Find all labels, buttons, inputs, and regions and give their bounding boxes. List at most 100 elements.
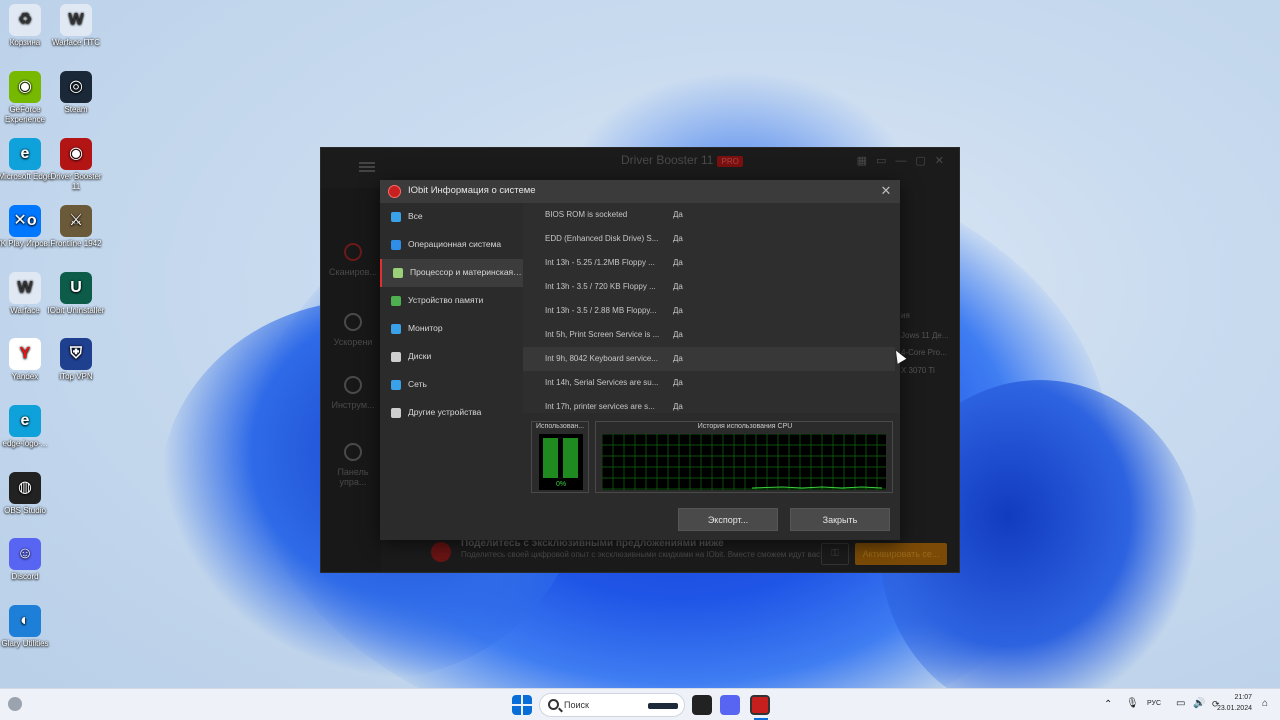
window-controls[interactable]: ▦▭—▢✕: [857, 154, 953, 167]
sidebar-item[interactable]: Другие устройства: [380, 399, 523, 427]
property-name: Int 13h - 3.5 / 720 KB Floppy ...: [545, 282, 656, 291]
dialog-footer: Экспорт... Закрыть: [380, 500, 900, 540]
cpu-history-label: История использования CPU: [697, 423, 793, 430]
cpu-icon: [393, 268, 403, 278]
sidebar-item[interactable]: Все: [380, 203, 523, 231]
menu-icon[interactable]: [359, 162, 375, 172]
layers-icon: [391, 212, 401, 222]
properties-list: Int 17h, printer services are s... Да Int …: [523, 203, 900, 413]
desktop-icon-label: Glary Utilities: [1, 639, 49, 648]
promo-text: Поделитесь с эксклюзивными предложениями…: [461, 538, 823, 559]
sidebar-item-label: Все: [408, 211, 423, 221]
desktop-icon[interactable]: e edge-logo-...: [0, 405, 55, 449]
chevron-up-icon[interactable]: ⌃: [1104, 699, 1112, 710]
desktop-icon[interactable]: W Warface ПТС: [46, 4, 106, 48]
app-icon: e: [9, 138, 41, 170]
language-indicator[interactable]: РУС: [1147, 700, 1161, 707]
list-item[interactable]: EDD (Enhanced Disk Drive) S... Да: [523, 227, 895, 251]
cpu-history-box: История использования CPU: [595, 421, 893, 493]
clock-date[interactable]: 23.01.2024: [1212, 705, 1252, 712]
notification-icon[interactable]: ⌂: [1262, 698, 1268, 709]
sidebar-item[interactable]: Диски: [380, 343, 523, 371]
sidebar-item-label: Сеть: [408, 379, 427, 389]
taskbar: Поиск ⌃ 🎙 РУС ▭ 🔊 ⟳ 21:07 23.01.2024 ⌂: [0, 688, 1280, 720]
memory-icon: [391, 296, 401, 306]
list-item[interactable]: Int 9h, 8042 Keyboard service... Да: [523, 347, 895, 371]
usage-bar: [543, 438, 558, 478]
desktop-icon-label: OBS Studio: [4, 506, 46, 515]
monitor-icon: [391, 324, 401, 334]
desktop-icon[interactable]: ◉ Driver Booster 11: [46, 138, 106, 192]
sidebar-item[interactable]: Устройство памяти: [380, 287, 523, 315]
sidebar-item-label: Операционная система: [408, 239, 502, 249]
desktop-icon[interactable]: ◐ Glary Utilities: [0, 605, 55, 649]
desktop-icon[interactable]: ◍ OBS Studio: [0, 472, 55, 516]
network-icon[interactable]: ▭: [1176, 698, 1185, 709]
list-item[interactable]: Int 14h, Serial Services are su... Да: [523, 371, 895, 395]
property-value: Да: [673, 378, 683, 387]
usage-bar: [563, 438, 578, 478]
search-box[interactable]: Поиск: [539, 693, 685, 717]
property-name: BIOS ROM is socketed: [545, 210, 628, 219]
desktop-icon[interactable]: ⚔ Frontline 1942: [46, 205, 106, 249]
chat-icon[interactable]: [720, 695, 740, 715]
app-icon: U: [60, 272, 92, 304]
start-icon[interactable]: [512, 695, 532, 715]
desktop-icon[interactable]: ☺ Discord: [0, 538, 55, 582]
list-item[interactable]: Int 13h - 3.5 / 720 KB Floppy ... Да: [523, 275, 895, 299]
property-name: Int 17h, printer services are s...: [545, 402, 655, 411]
driver-booster-taskbar-icon[interactable]: [750, 695, 770, 715]
sidebar-item[interactable]: Монитор: [380, 315, 523, 343]
property-name: Int 13h - 5.25 /1.2MB Floppy ...: [545, 258, 655, 267]
desktop-icon[interactable]: ⛨ iTop VPN: [46, 338, 106, 382]
app-icon: W: [9, 272, 41, 304]
cpu-history-chart: [601, 433, 886, 490]
info-text: X 3070 Ti: [901, 366, 935, 375]
task-view-icon[interactable]: [692, 695, 712, 715]
property-value: Да: [673, 210, 683, 219]
app-icon: ◉: [60, 138, 92, 170]
property-name: EDD (Enhanced Disk Drive) S...: [545, 234, 659, 243]
list-item[interactable]: Int 13h - 5.25 /1.2MB Floppy ... Да: [523, 251, 895, 275]
desktop-icon[interactable]: U IObit Uninstaller: [46, 272, 106, 316]
sidebar-item[interactable]: Операционная система: [380, 231, 523, 259]
sidebar-item-label: Процессор и материнская ...: [410, 267, 522, 277]
driver-booster-sidebar: Сканиров... Ускорени Инструм... Панель у…: [321, 188, 381, 572]
activate-button[interactable]: Активировать се...: [855, 543, 947, 565]
app-icon: e: [9, 405, 41, 437]
close-icon[interactable]: ✕: [878, 183, 894, 199]
dialog-titlebar[interactable]: IObit Информация о системе ✕: [380, 180, 900, 203]
nav-scan[interactable]: Сканиров...: [325, 243, 381, 277]
app-icon: ◐: [9, 605, 41, 637]
scrollbar[interactable]: [895, 203, 900, 413]
nav-boost[interactable]: Ускорени: [325, 313, 381, 347]
list-item[interactable]: Int 17h, printer services are s... Да: [523, 395, 895, 413]
list-item[interactable]: Int 5h, Print Screen Service is ... Да: [523, 323, 895, 347]
property-name: Int 5h, Print Screen Service is ...: [545, 330, 660, 339]
desktop-icon-label: Steam: [64, 105, 88, 114]
app-icon: ☺: [9, 538, 41, 570]
search-placeholder: Поиск: [564, 700, 589, 710]
list-item[interactable]: Int 13h - 3.5 / 2.88 MB Floppy... Да: [523, 299, 895, 323]
desktop-icon[interactable]: ◎ Steam: [46, 71, 106, 115]
close-button[interactable]: Закрыть: [790, 508, 890, 531]
list-item[interactable]: BIOS ROM is socketed Да: [523, 203, 895, 227]
sidebar-item[interactable]: Процессор и материнская ...: [380, 259, 523, 287]
sidebar-item-label: Монитор: [408, 323, 443, 333]
export-button[interactable]: Экспорт...: [678, 508, 778, 531]
clock-time[interactable]: 21:07: [1232, 694, 1252, 701]
system-info-dialog: IObit Информация о системе ✕ Все Операцио…: [380, 180, 900, 540]
microphone-icon[interactable]: 🎙: [1126, 698, 1139, 709]
desktop-icon-label: iTop VPN: [59, 372, 93, 381]
volume-icon[interactable]: 🔊: [1193, 698, 1205, 709]
key-icon[interactable]: ⚿: [821, 543, 849, 565]
property-name: Int 13h - 3.5 / 2.88 MB Floppy...: [545, 306, 657, 315]
nav-tools[interactable]: Инструм...: [325, 376, 381, 410]
dialog-title: IObit Информация о системе: [408, 185, 536, 196]
widgets-icon[interactable]: [8, 697, 22, 711]
nav-control-panel[interactable]: Панель упра...: [325, 443, 381, 487]
sidebar-item[interactable]: Сеть: [380, 371, 523, 399]
property-name: Int 9h, 8042 Keyboard service...: [545, 354, 658, 363]
property-value: Да: [673, 282, 683, 291]
disk-icon: [391, 352, 401, 362]
